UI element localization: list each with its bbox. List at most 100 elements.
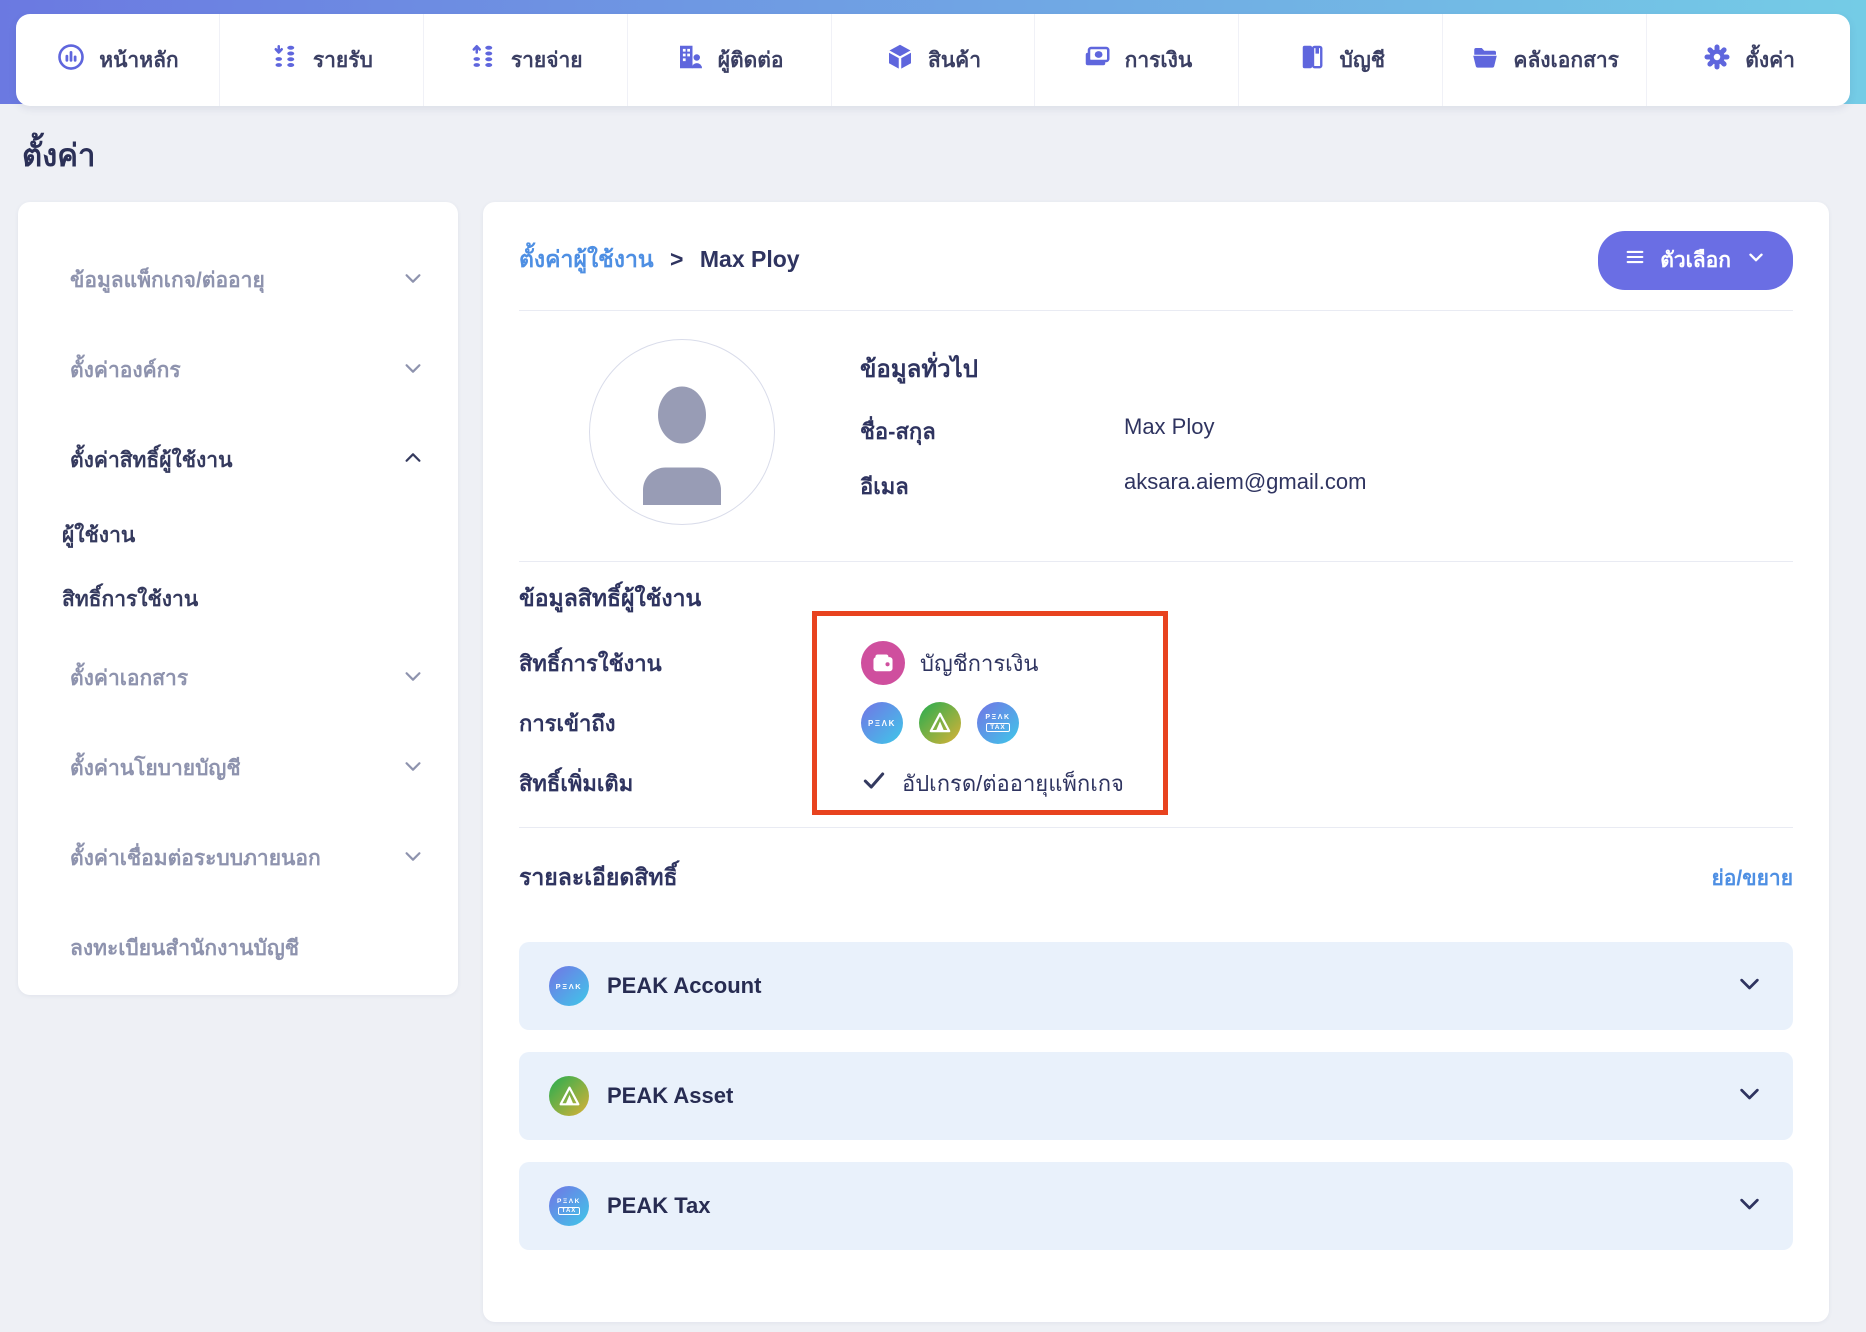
chevron-down-icon: [1736, 970, 1763, 1002]
sidebar-item-label: ตั้งค่าสิทธิ์ผู้ใช้งาน: [70, 444, 232, 477]
accordion-peak-asset[interactable]: PEAK Asset: [519, 1052, 1793, 1140]
sidebar-item-label: ตั้งค่าเอกสาร: [70, 662, 188, 695]
income-icon: [270, 42, 300, 78]
nav-label: บัญชี: [1340, 44, 1385, 77]
extra-rights-value: อัปเกรด/ต่ออายุแพ็กเกจ: [902, 766, 1124, 801]
nav-label: การเงิน: [1125, 44, 1193, 77]
sidebar-item-label: ตั้งค่านโยบายบัญชี: [70, 752, 241, 785]
sidebar-item-package[interactable]: ข้อมูลแพ็กเกจ/ต่ออายุ: [62, 264, 424, 297]
peak-badge-text: PΞΛK: [556, 982, 583, 991]
usage-rights-value: บัญชีการเงิน: [920, 646, 1038, 681]
accordion-peak-account[interactable]: PΞΛK PEAK Account: [519, 942, 1793, 1030]
asset-triangle-icon: [927, 710, 953, 736]
accordion-title: PEAK Account: [607, 973, 1736, 999]
check-icon: [861, 767, 887, 799]
sidebar-item-organization[interactable]: ตั้งค่าองค์กร: [62, 354, 424, 387]
email-value: aksara.aiem@gmail.com: [1124, 469, 1366, 504]
user-detail-panel: ตั้งค่าผู้ใช้งาน > Max Ploy ตัวเลือก ข้อ…: [483, 202, 1829, 1322]
peak-tax-badge-subtext: TAX: [558, 1207, 581, 1215]
nav-item-settings[interactable]: ตั้งค่า: [1646, 14, 1850, 106]
sidebar-subitem-users[interactable]: ผู้ใช้งาน: [62, 519, 424, 552]
sidebar-subitem-usage-rights[interactable]: สิทธิ์การใช้งาน: [62, 583, 424, 616]
rights-section-title: ข้อมูลสิทธิ์ผู้ใช้งาน: [519, 581, 1793, 617]
chevron-down-icon: [1736, 1080, 1763, 1112]
rights-row-access: การเข้าถึง PΞΛK PΞΛK TAX: [519, 693, 1793, 753]
nav-item-finance[interactable]: การเงิน: [1034, 14, 1238, 106]
sidebar-item-label: ลงทะเบียนสำนักงานบัญชี: [70, 932, 299, 965]
accordion-peak-tax[interactable]: PΞΛK TAX PEAK Tax: [519, 1162, 1793, 1250]
nav-item-contacts[interactable]: ผู้ติดต่อ: [627, 14, 831, 106]
asset-triangle-icon: [557, 1084, 582, 1109]
breadcrumb-current: Max Ploy: [700, 246, 800, 272]
contacts-icon: [675, 42, 705, 78]
breadcrumb-user-settings-link[interactable]: ตั้งค่าผู้ใช้งาน: [519, 246, 654, 272]
peak-badge-text: PΞΛK: [868, 719, 896, 728]
folder-icon: [1470, 42, 1500, 78]
peak-asset-badge: [549, 1076, 589, 1116]
nav-item-income[interactable]: รายรับ: [219, 14, 423, 106]
nav-item-documents[interactable]: คลังเอกสาร: [1442, 14, 1646, 106]
sidebar-item-documents[interactable]: ตั้งค่าเอกสาร: [62, 662, 424, 695]
sidebar-item-accounting-policy[interactable]: ตั้งค่านโยบายบัญชี: [62, 752, 424, 785]
top-banner: หน้าหลัก รายรับ รายจ่าย ผู้ติดต่อ สินค้า…: [0, 0, 1866, 104]
breadcrumb: ตั้งค่าผู้ใช้งาน > Max Ploy: [519, 242, 800, 278]
nav-item-products[interactable]: สินค้า: [831, 14, 1035, 106]
sidebar-item-accounting-firm-register[interactable]: ลงทะเบียนสำนักงานบัญชี: [62, 932, 424, 965]
field-row-email: อีเมล aksara.aiem@gmail.com: [860, 469, 1366, 504]
field-row-name: ชื่อ-สกุล Max Ploy: [860, 414, 1366, 449]
accounting-icon: [1297, 42, 1327, 78]
nav-item-expense[interactable]: รายจ่าย: [423, 14, 627, 106]
nav-label: ตั้งค่า: [1745, 44, 1795, 77]
nav-label: ผู้ติดต่อ: [718, 44, 784, 77]
profile-section: ข้อมูลทั่วไป ชื่อ-สกุล Max Ploy อีเมล ak…: [519, 311, 1793, 561]
name-label: ชื่อ-สกุล: [860, 414, 1124, 449]
finance-icon: [1082, 42, 1112, 78]
options-button[interactable]: ตัวเลือก: [1598, 231, 1793, 290]
options-button-label: ตัวเลือก: [1660, 244, 1731, 277]
sidebar-item-external-integration[interactable]: ตั้งค่าเชื่อมต่อระบบภายนอก: [62, 842, 424, 875]
peak-badge: PΞΛK: [549, 966, 589, 1006]
sidebar-item-label: ตั้งค่าองค์กร: [70, 354, 181, 387]
avatar: [589, 339, 775, 525]
expense-icon: [468, 42, 498, 78]
dashboard-icon: [56, 42, 86, 78]
peak-tax-badge-text: PΞΛK: [985, 714, 1010, 721]
chevron-down-icon: [1736, 1190, 1763, 1222]
person-silhouette-icon: [607, 370, 757, 520]
chevron-down-icon: [402, 267, 424, 295]
usage-rights-label: สิทธิ์การใช้งาน: [519, 646, 861, 681]
peak-badge: PΞΛK: [861, 702, 903, 744]
nav-label: รายจ่าย: [511, 44, 583, 77]
finance-wallet-icon: [861, 641, 905, 685]
gear-icon: [1702, 42, 1732, 78]
user-rights-section: ข้อมูลสิทธิ์ผู้ใช้งาน สิทธิ์การใช้งาน บั…: [519, 562, 1793, 813]
general-info-title: ข้อมูลทั่วไป: [860, 349, 1366, 388]
peak-tax-badge: PΞΛK TAX: [977, 702, 1019, 744]
chevron-up-icon: [402, 447, 424, 475]
chevron-down-icon: [402, 357, 424, 385]
peak-tax-badge-subtext: TAX: [986, 723, 1010, 732]
peak-tax-badge: PΞΛK TAX: [549, 1186, 589, 1226]
nav-label: คลังเอกสาร: [1513, 44, 1619, 77]
sidebar-item-user-rights[interactable]: ตั้งค่าสิทธิ์ผู้ใช้งาน: [62, 444, 424, 477]
chevron-down-icon: [402, 755, 424, 783]
page-title: ตั้งค่า: [22, 130, 1866, 180]
sidebar-item-label: ข้อมูลแพ็กเกจ/ต่ออายุ: [70, 264, 265, 297]
chevron-down-icon: [402, 665, 424, 693]
nav-label: สินค้า: [928, 44, 981, 77]
products-icon: [885, 42, 915, 78]
email-label: อีเมล: [860, 469, 1124, 504]
access-label: การเข้าถึง: [519, 706, 861, 741]
name-value: Max Ploy: [1124, 414, 1214, 449]
extra-rights-label: สิทธิ์เพิ่มเติม: [519, 766, 861, 801]
chevron-down-icon: [402, 845, 424, 873]
nav-label: หน้าหลัก: [99, 44, 178, 77]
nav-label: รายรับ: [313, 44, 373, 77]
nav-item-accounting[interactable]: บัญชี: [1238, 14, 1442, 106]
collapse-expand-link[interactable]: ย่อ/ขยาย: [1711, 862, 1793, 895]
sidebar-item-label: ตั้งค่าเชื่อมต่อระบบภายนอก: [70, 842, 321, 875]
peak-tax-badge-text: PΞΛK: [557, 1198, 581, 1205]
main-navbar: หน้าหลัก รายรับ รายจ่าย ผู้ติดต่อ สินค้า…: [16, 14, 1850, 106]
chevron-down-icon: [1745, 246, 1767, 274]
nav-item-home[interactable]: หน้าหลัก: [16, 14, 219, 106]
